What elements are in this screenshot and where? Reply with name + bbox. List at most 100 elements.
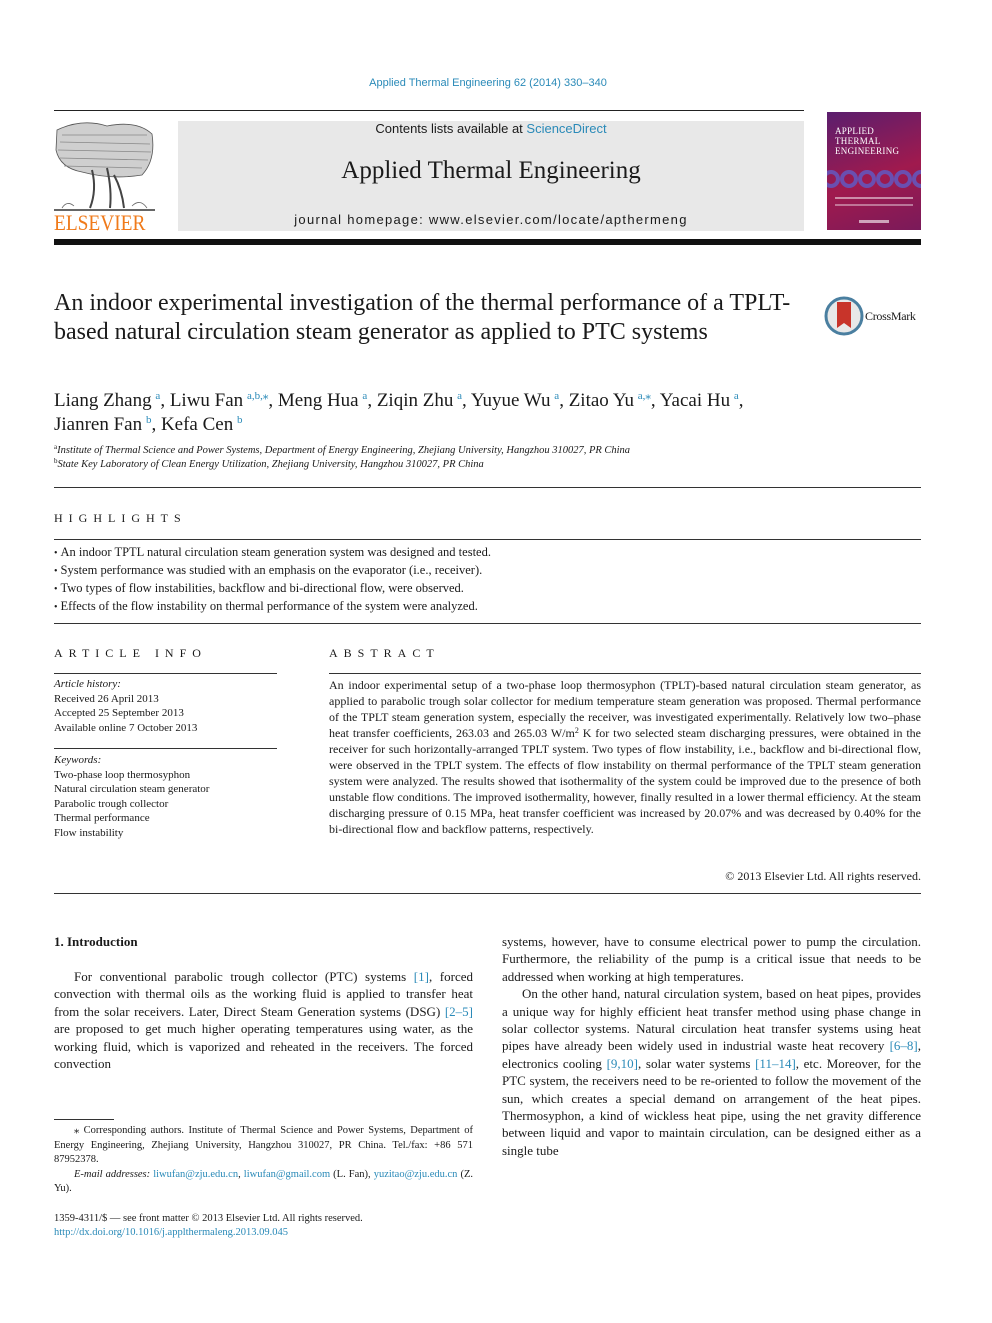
contents-prefix: Contents lists available at: [375, 121, 527, 136]
divider: [54, 623, 921, 624]
text: (L. Fan),: [330, 1168, 374, 1180]
cover-title-line: APPLIED: [835, 126, 875, 136]
text: , solar water systems: [638, 1055, 756, 1071]
body-column-left: For conventional parabolic trough collec…: [54, 968, 473, 1072]
highlights-list: An indoor TPTL natural circulation steam…: [54, 544, 914, 616]
keywords-label: Keywords:: [54, 754, 102, 766]
email-addresses: E-mail addresses: liwufan@zju.edu.cn, li…: [54, 1168, 473, 1195]
author-name[interactable]: Liwu Fan: [170, 390, 243, 411]
reference-link[interactable]: [2–5]: [445, 1004, 473, 1019]
paragraph: For conventional parabolic trough collec…: [54, 968, 473, 1072]
paragraph: On the other hand, natural circulation s…: [502, 985, 921, 1159]
affiliation-text: Institute of Thermal Science and Power S…: [57, 445, 631, 456]
journal-name: Applied Thermal Engineering: [341, 157, 641, 184]
article-info-heading: ARTICLE INFO: [54, 646, 207, 660]
highlight-item: An indoor TPTL natural circulation steam…: [54, 544, 914, 562]
divider: [54, 539, 921, 540]
affiliation: aInstitute of Thermal Science and Power …: [54, 444, 631, 457]
author[interactable]: Jianren Fan b,: [54, 414, 161, 435]
keyword: Flow instability: [54, 826, 124, 839]
article-title: An indoor experimental investigation of …: [54, 290, 791, 345]
text: For conventional parabolic trough collec…: [74, 969, 414, 984]
affiliation-text: State Key Laboratory of Clean Energy Uti…: [57, 459, 484, 470]
cover-detail: [835, 197, 913, 199]
journal-homepage-link[interactable]: journal homepage: www.elsevier.com/locat…: [178, 212, 804, 227]
author-affiliation-marker[interactable]: a,⁎: [638, 390, 651, 402]
author-name[interactable]: Yuyue Wu: [471, 390, 551, 411]
reference-link[interactable]: [6–8]: [890, 1038, 918, 1053]
divider: [54, 487, 921, 488]
section-heading-introduction: 1. Introduction: [54, 934, 138, 949]
contents-line: Contents lists available at ScienceDirec…: [178, 121, 804, 136]
author-name[interactable]: Kefa Cen: [161, 414, 233, 435]
abstract-text: An indoor experimental setup of a two-ph…: [329, 677, 921, 837]
journal-cover-thumbnail[interactable]: APPLIED THERMAL ENGINEERING: [827, 112, 921, 230]
doi-link[interactable]: http://dx.doi.org/10.1016/j.applthermale…: [54, 1227, 288, 1238]
highlight-item: System performance was studied with an e…: [54, 562, 914, 580]
body-column-right: systems, however, have to consume electr…: [502, 933, 921, 1159]
reference-link[interactable]: [11–14]: [755, 1056, 796, 1071]
author-name[interactable]: Ziqin Zhu: [377, 390, 454, 411]
highlight-item: Effects of the flow instability on therm…: [54, 598, 914, 616]
cover-title-line: ENGINEERING: [835, 146, 900, 156]
author-name[interactable]: Yacai Hu: [660, 390, 730, 411]
cover-title: APPLIED THERMAL ENGINEERING: [835, 126, 899, 156]
author-affiliation-marker[interactable]: a,b,⁎: [247, 390, 268, 402]
history-label: Article history:: [54, 678, 121, 690]
author[interactable]: Meng Hua a,: [278, 390, 377, 411]
divider: [54, 673, 277, 674]
author-separator: ,: [650, 390, 660, 411]
sciencedirect-link[interactable]: ScienceDirect: [526, 121, 606, 136]
author-name[interactable]: Liang Zhang: [54, 390, 152, 411]
paragraph: systems, however, have to consume electr…: [502, 934, 921, 984]
footnote: ⁎ Corresponding authors. Institute of Th…: [54, 1124, 473, 1197]
text: On the other hand, natural circulation s…: [502, 986, 921, 1054]
keyword: Thermal performance: [54, 812, 150, 824]
abstract-heading: ABSTRACT: [329, 646, 440, 660]
footnote-rule: [54, 1119, 114, 1120]
cover-detail: [859, 220, 889, 223]
author-separator: ,: [268, 390, 278, 411]
issn-line: 1359-4311/$ — see front matter © 2013 El…: [54, 1213, 363, 1224]
issn-doi-block: 1359-4311/$ — see front matter © 2013 El…: [54, 1212, 363, 1240]
author-separator: ,: [367, 390, 377, 411]
history-item: Available online 7 October 2013: [54, 721, 198, 734]
cover-title-line: THERMAL: [835, 136, 881, 146]
divider: [329, 673, 921, 674]
elsevier-wordmark: ELSEVIER: [54, 210, 146, 235]
cover-detail: [835, 204, 913, 206]
corresponding-author-note: ⁎ Corresponding authors. Institute of Th…: [54, 1125, 473, 1165]
divider: [54, 893, 921, 894]
reference-link[interactable]: [9,10]: [607, 1056, 638, 1071]
author[interactable]: Yuyue Wu a,: [471, 390, 569, 411]
author[interactable]: Yacai Hu a,: [660, 390, 744, 411]
keyword: Parabolic trough collector: [54, 797, 169, 810]
highlights-heading: HIGHLIGHTS: [54, 511, 187, 525]
keyword: Two-phase loop thermosyphon: [54, 768, 191, 781]
author-name[interactable]: Meng Hua: [278, 390, 359, 411]
author[interactable]: Liwu Fan a,b,⁎,: [170, 390, 278, 411]
highlight-item: Two types of flow instabilities, backflo…: [54, 580, 914, 598]
author-separator: ,: [462, 390, 471, 411]
article-history: Article history: Received 26 April 2013 …: [54, 677, 284, 735]
email-link[interactable]: liwufan@gmail.com: [244, 1169, 330, 1180]
abstract-text-part: K for two selected steam discharging pre…: [329, 726, 921, 836]
email-link[interactable]: yuzitao@zju.edu.cn: [374, 1169, 458, 1180]
author-affiliation-marker[interactable]: b: [237, 414, 243, 426]
crossmark-label[interactable]: CrossMark: [865, 309, 916, 324]
keyword: Natural circulation steam generator: [54, 783, 210, 795]
author-list: Liang Zhang a, Liwu Fan a,b,⁎, Meng Hua …: [54, 389, 854, 437]
author-name[interactable]: Zitao Yu: [569, 390, 634, 411]
reference-link[interactable]: [1]: [414, 969, 429, 984]
email-link[interactable]: liwufan@zju.edu.cn: [153, 1169, 238, 1180]
author[interactable]: Ziqin Zhu a,: [377, 390, 471, 411]
author-name[interactable]: Jianren Fan: [54, 414, 142, 435]
affiliation: bState Key Laboratory of Clean Energy Ut…: [54, 458, 484, 471]
divider: [54, 748, 277, 749]
author[interactable]: Zitao Yu a,⁎,: [569, 390, 660, 411]
author[interactable]: Kefa Cen b: [161, 414, 243, 435]
author-separator: ,: [738, 390, 744, 411]
text: are proposed to get much higher operatin…: [54, 1021, 473, 1072]
journal-citation-link[interactable]: Applied Thermal Engineering 62 (2014) 33…: [0, 77, 976, 89]
author[interactable]: Liang Zhang a,: [54, 390, 170, 411]
